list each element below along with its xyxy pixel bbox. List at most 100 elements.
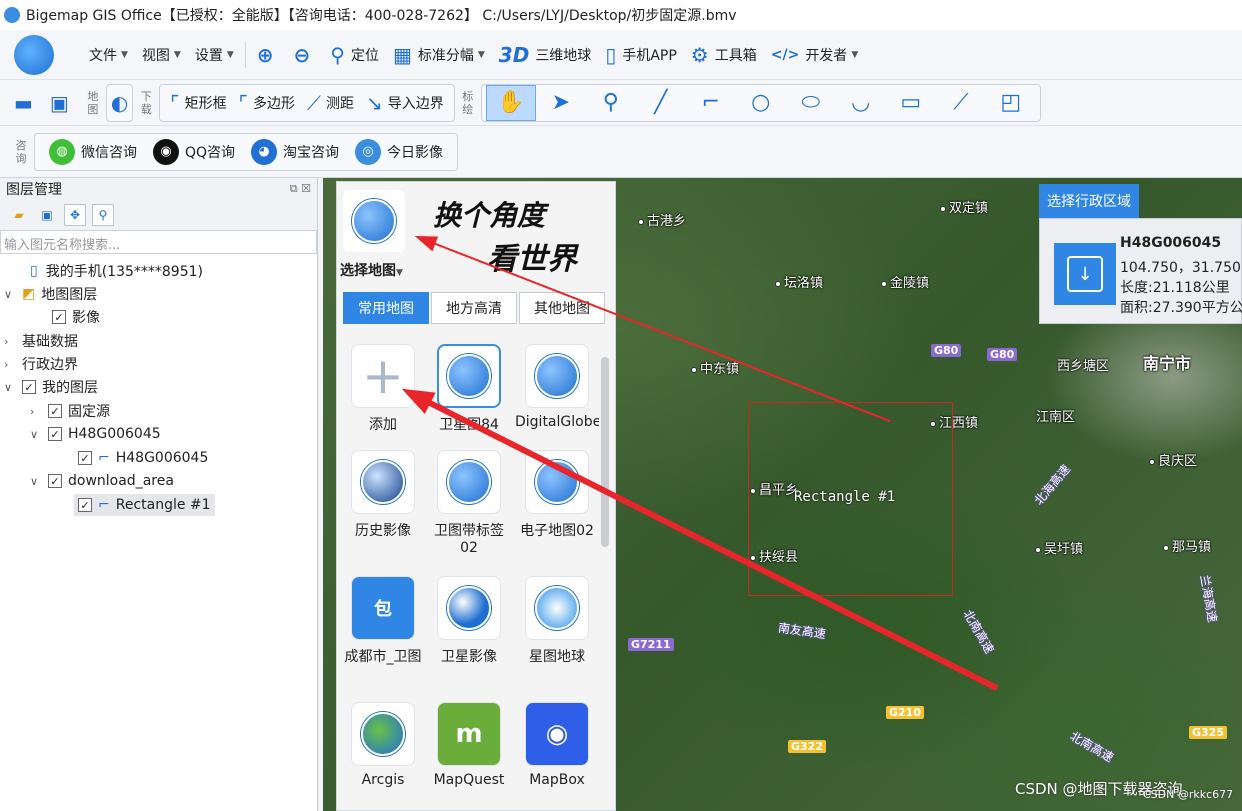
marker-tool[interactable]: ⚲: [586, 85, 636, 121]
tree-item-h48g-folder[interactable]: ∨ ✓ H48G006045: [30, 423, 161, 445]
checkbox-checked[interactable]: ✓: [48, 427, 62, 441]
developer-menu[interactable]: </> 开发者 ▼: [764, 37, 866, 73]
map-source-item[interactable]: 星图地球: [515, 576, 599, 666]
globe-icon: [361, 460, 405, 504]
map-source-item[interactable]: m MapQuest: [427, 702, 511, 788]
checkbox-checked[interactable]: ✓: [52, 310, 66, 324]
tree-item-my-layers[interactable]: ∨ ✓ 我的图层: [4, 376, 98, 398]
title-bar: Bigemap GIS Office【已授权：全能版】【咨询电话：400-028…: [0, 0, 1242, 30]
checkbox-checked[interactable]: ✓: [48, 404, 62, 418]
tree-item-rectangle[interactable]: ✓ ⌐ Rectangle #1: [74, 494, 215, 516]
tree-item-admin-boundary[interactable]: › 行政边界: [4, 353, 78, 375]
wechat-consult-button[interactable]: ◍ 微信咨询: [41, 138, 145, 165]
today-imagery-button[interactable]: ◎ 今日影像: [347, 138, 451, 165]
chevron-down-icon[interactable]: ∨: [4, 381, 18, 394]
3d-earth-button[interactable]: 3D 三维地球: [492, 37, 599, 73]
polyline-tool[interactable]: ⌐: [686, 85, 736, 121]
import-boundary-button[interactable]: ↘ 导入边界: [360, 85, 450, 121]
save-layer-button[interactable]: ▣: [36, 204, 58, 226]
download-tile-icon[interactable]: ↓: [1054, 243, 1116, 305]
tree-item-basic-data[interactable]: › 基础数据: [4, 330, 78, 352]
area-tool[interactable]: ◰: [986, 85, 1036, 121]
select-region-button[interactable]: 选择行政区域: [1039, 184, 1139, 218]
road-badge: G80: [987, 348, 1018, 361]
scrollbar[interactable]: [601, 357, 609, 547]
draw-group-label: 标绘: [462, 89, 474, 116]
checkbox-checked[interactable]: ✓: [22, 380, 36, 394]
tab-other-maps[interactable]: 其他地图: [519, 292, 605, 324]
checkbox-checked[interactable]: ✓: [48, 474, 62, 488]
tree-item-map-layers[interactable]: ∨ ◩ 地图图层: [4, 283, 97, 305]
measure-tool[interactable]: ⟋: [936, 85, 986, 121]
ellipse-tool[interactable]: ⬭: [786, 85, 836, 121]
chevron-down-icon[interactable]: ∨: [30, 428, 44, 441]
globe-icon: [535, 354, 579, 398]
bigemap-logo-icon[interactable]: [14, 34, 54, 75]
tab-common-maps[interactable]: 常用地图: [343, 292, 429, 324]
select-map-button[interactable]: [343, 190, 405, 252]
map-layer-toggle[interactable]: ◐: [105, 83, 134, 122]
polygon-select-button[interactable]: ⌜ 多边形: [233, 85, 301, 121]
map-source-item[interactable]: 卫图带标签02: [427, 450, 511, 556]
checkbox-checked[interactable]: ✓: [78, 498, 92, 512]
select-layer-button[interactable]: ✥: [64, 204, 86, 226]
chevron-right-icon[interactable]: ›: [30, 405, 44, 418]
region-info-panel: ↓ H48G006045 104.750，31.750 长度:21.118公里 …: [1039, 218, 1242, 324]
place-label: 西乡塘区: [1057, 359, 1110, 374]
ruler-icon: ⟋: [307, 90, 322, 115]
consult-toolbar: 咨询 ◍ 微信咨询 ◉ QQ咨询 ◕ 淘宝咨询 ◎ 今日影像: [0, 126, 1242, 178]
circle-tool[interactable]: ○: [736, 85, 786, 121]
search-layer-button[interactable]: ⚲: [92, 204, 114, 226]
zoom-out-button[interactable]: ⊖: [287, 37, 324, 73]
taobao-consult-button[interactable]: ◕ 淘宝咨询: [243, 138, 347, 165]
close-icon[interactable]: ☒: [301, 182, 311, 195]
chevron-right-icon[interactable]: ›: [4, 358, 18, 371]
layer-panel-title: 图层管理: [6, 182, 62, 198]
arc-tool[interactable]: ◡: [836, 85, 886, 121]
save-icon: ▣: [41, 208, 53, 222]
menu-file[interactable]: 文件 ▼: [82, 37, 135, 73]
map-source-item[interactable]: DigitalGlobe: [515, 344, 599, 430]
map-source-item[interactable]: 卫星影像: [427, 576, 511, 666]
standard-grid-menu[interactable]: ▦ 标准分幅 ▼: [386, 37, 492, 73]
map-source-item[interactable]: ◉ MapBox: [515, 702, 599, 788]
map-source-item[interactable]: Arcgis: [341, 702, 425, 788]
tree-item-imagery[interactable]: ✓ 影像: [52, 306, 100, 328]
globe-icon: [447, 586, 491, 630]
pan-hand-tool[interactable]: ✋: [485, 84, 536, 121]
rectangle-tool[interactable]: ▭: [886, 85, 936, 121]
select-arrow-tool[interactable]: ➤: [536, 85, 586, 121]
open-folder-button[interactable]: ▰: [8, 204, 30, 226]
line-tool[interactable]: ╱: [636, 85, 686, 121]
tree-item-fixed-source[interactable]: › ✓ 固定源: [30, 400, 110, 422]
tab-local-hd[interactable]: 地方高清: [431, 292, 517, 324]
measure-distance-button[interactable]: ⟋ 测距: [301, 85, 360, 121]
select-map-label[interactable]: 选择地图▼: [340, 260, 403, 280]
folder-icon: ▬: [14, 90, 33, 115]
import-icon: ↘: [366, 90, 383, 115]
mobile-app-button[interactable]: ▯ 手机APP: [598, 37, 683, 73]
toolbox-button[interactable]: ⚙ 工具箱: [684, 37, 764, 73]
map-source-item[interactable]: 包成都市_卫图: [341, 576, 425, 666]
taobao-icon: ◕: [251, 138, 278, 165]
layers-icon: ◩: [22, 286, 36, 302]
checkbox-checked[interactable]: ✓: [78, 451, 92, 465]
save-button[interactable]: ▣: [44, 85, 80, 121]
locate-button[interactable]: ⚲ 定位: [323, 37, 386, 73]
rectangle-select-button[interactable]: ⌜ 矩形框: [164, 85, 232, 121]
zoom-in-button[interactable]: ⊕: [250, 37, 287, 73]
tree-item-phone[interactable]: ▯ 我的手机(135****8951): [30, 260, 203, 282]
map-source-item[interactable]: 历史影像: [341, 450, 425, 540]
restore-icon[interactable]: ⧉: [290, 182, 298, 195]
open-button[interactable]: ▬: [8, 85, 44, 121]
layer-search-input[interactable]: 输入图元名称搜索...: [0, 230, 317, 254]
tree-item-h48g-shape[interactable]: ✓ ⌐ H48G006045: [78, 447, 208, 469]
chevron-down-icon[interactable]: ∨: [30, 475, 44, 488]
qq-consult-button[interactable]: ◉ QQ咨询: [145, 138, 243, 165]
chevron-right-icon[interactable]: ›: [4, 335, 18, 348]
globe-icon: [352, 199, 396, 243]
menu-settings[interactable]: 设置 ▼: [188, 37, 241, 73]
menu-view[interactable]: 视图 ▼: [135, 37, 188, 73]
tree-item-download-area[interactable]: ∨ ✓ download_area: [30, 470, 174, 492]
chevron-down-icon[interactable]: ∨: [4, 288, 18, 301]
